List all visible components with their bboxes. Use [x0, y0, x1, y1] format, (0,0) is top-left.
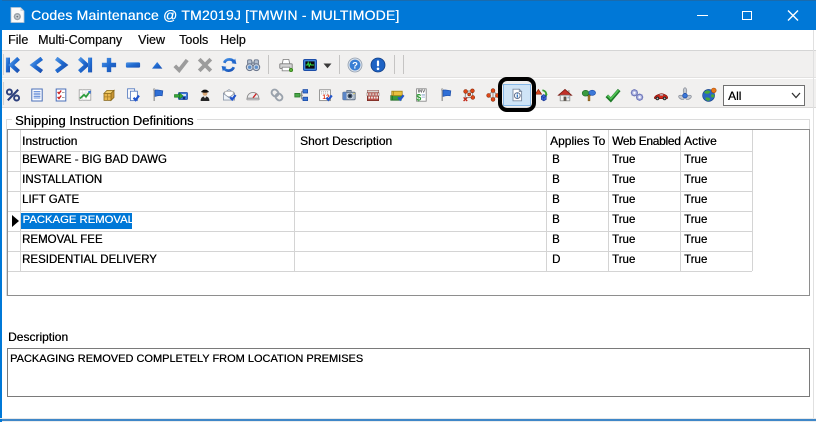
svg-text:?: ? — [352, 60, 358, 71]
svg-text:$: $ — [416, 93, 421, 103]
